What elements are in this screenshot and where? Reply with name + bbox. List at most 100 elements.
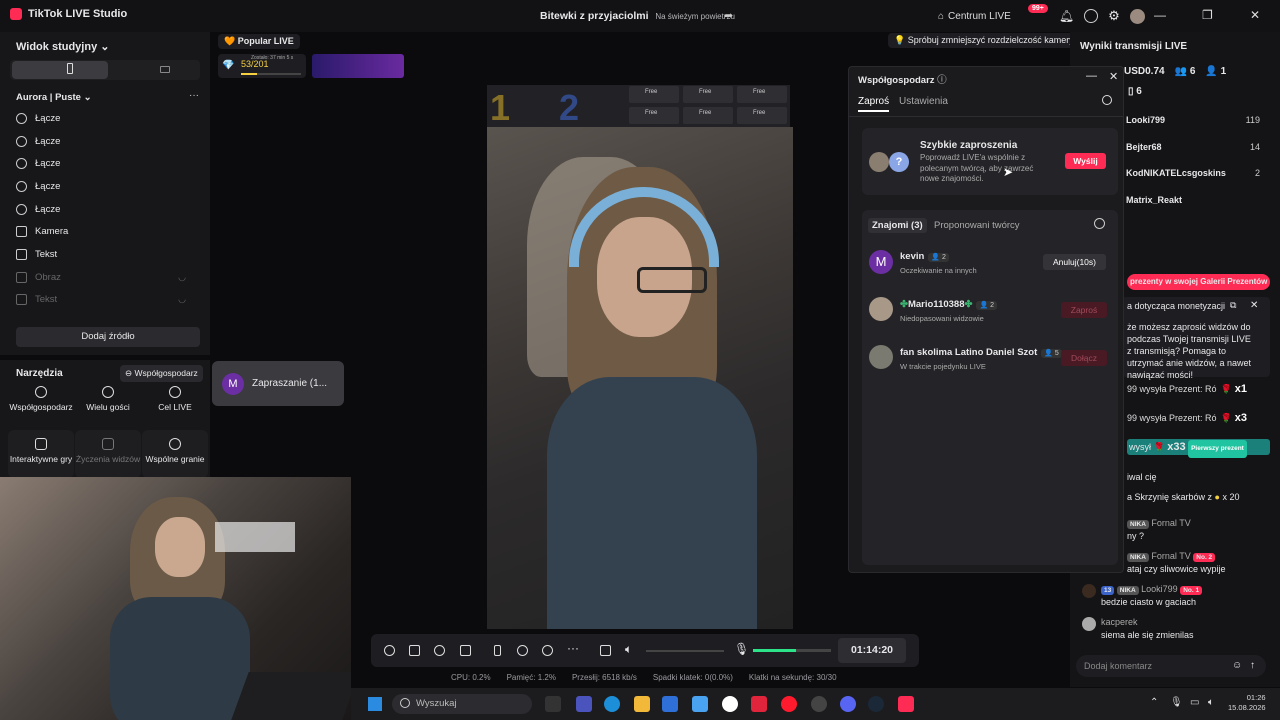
gift-gallery-banner[interactable]: prezenty w swojej Galerii Prezentów <box>1127 274 1270 290</box>
open-icon[interactable]: ⧉ <box>1230 300 1236 311</box>
app-icon[interactable] <box>751 696 767 712</box>
divider <box>849 116 1123 117</box>
minimize-icon[interactable]: — <box>1086 70 1097 82</box>
speaker-slider[interactable] <box>646 650 724 652</box>
chat-user: 13 NIKA Looki799 No. 1 <box>1101 584 1203 595</box>
tool-co-play[interactable]: Wspólne granie <box>142 430 208 478</box>
magic-icon[interactable] <box>384 645 395 656</box>
view-selector[interactable]: Widok studyjny ⌄ <box>16 40 109 53</box>
ranking-row[interactable]: Bejter68 14 <box>1126 142 1260 152</box>
mic-slider[interactable] <box>753 649 831 652</box>
gear-icon[interactable]: ⚙ <box>1108 8 1120 24</box>
folder-icon[interactable] <box>634 696 650 712</box>
speaker-icon[interactable]: 🔈︎ <box>625 642 632 657</box>
help-icon[interactable] <box>1084 9 1099 23</box>
ranking-row[interactable]: KodNIKATELcsgoskins 2 <box>1126 168 1260 178</box>
ranking-row[interactable]: Matrix_Reakt <box>1126 195 1260 205</box>
avatar[interactable] <box>1129 8 1145 24</box>
mic-icon[interactable]: 🎙︎ <box>1170 697 1183 708</box>
scene-selector[interactable]: Aurora | Puste ⌄ <box>16 92 92 103</box>
source-item[interactable]: Łącze <box>16 181 186 192</box>
add-media-icon[interactable] <box>460 645 471 656</box>
source-item[interactable]: Łącze <box>16 136 186 147</box>
search-icon[interactable] <box>1102 95 1112 105</box>
steam-icon[interactable] <box>868 696 884 712</box>
tool-live-goal[interactable]: Cel LIVE <box>142 386 208 412</box>
hidden-icon[interactable]: ◡ <box>178 294 186 305</box>
phone-icon[interactable] <box>494 645 501 656</box>
more-icon[interactable]: ··· <box>567 641 579 655</box>
tool-interactive-games[interactable]: Interaktywne gry <box>8 430 74 478</box>
share-icon[interactable]: ➦ <box>724 9 736 22</box>
orientation-toggle[interactable] <box>10 60 200 80</box>
record-icon[interactable] <box>517 645 528 656</box>
task-view-icon[interactable] <box>545 696 561 712</box>
hidden-icon[interactable]: ◡ <box>178 272 186 283</box>
clock[interactable]: 01:26 15.08.2026 <box>1228 693 1266 713</box>
teams-icon[interactable] <box>576 696 592 712</box>
clock-time: 01:26 <box>1246 693 1266 702</box>
portrait-option[interactable] <box>12 61 108 79</box>
source-item[interactable]: Kamera <box>16 226 186 237</box>
live-center-button[interactable]: ⌂ Centrum LIVE <box>938 11 1011 22</box>
emoji-icon[interactable]: ☺ <box>1232 660 1242 671</box>
tab-friends[interactable]: Znajomi (3) <box>868 218 927 233</box>
app-icon[interactable] <box>811 696 827 712</box>
tool-cohost[interactable]: Współgospodarz <box>8 386 74 412</box>
source-item[interactable]: Łącze <box>16 204 186 215</box>
edge-icon[interactable] <box>604 696 620 712</box>
camera-settings-icon[interactable] <box>542 645 553 656</box>
cancel-button[interactable]: Anuluj(10s) <box>1043 254 1106 270</box>
cohost-chip[interactable]: ⊖ Współgospodarz <box>120 365 203 382</box>
source-item[interactable]: Tekst <box>16 249 186 260</box>
source-item[interactable]: Łącze <box>16 113 186 124</box>
close-icon[interactable]: ✕ <box>1250 8 1260 22</box>
bell-icon[interactable]: 🔔︎ <box>1059 9 1074 23</box>
app-icon[interactable] <box>692 696 708 712</box>
ai-icon[interactable] <box>434 645 445 656</box>
send-button[interactable]: Wyślij <box>1065 153 1106 169</box>
close-icon[interactable]: ✕ <box>1109 70 1118 83</box>
mic-icon[interactable]: 🎙︎ <box>734 642 749 656</box>
friend-name: fan skolima Latino Daniel Szot <box>900 347 1038 358</box>
close-tip-icon[interactable]: ✕ <box>1250 300 1258 311</box>
landscape-icon[interactable] <box>160 66 170 73</box>
sliders-icon[interactable] <box>600 645 611 656</box>
effects-icon[interactable] <box>409 645 420 656</box>
store-icon[interactable] <box>662 696 678 712</box>
chevron-up-icon[interactable]: ⌃ <box>1150 697 1158 708</box>
send-icon[interactable]: ↑ <box>1250 660 1255 671</box>
ranking-row[interactable]: Looki799 119 <box>1126 115 1260 125</box>
promo-banner[interactable] <box>312 54 404 78</box>
volume-icon[interactable]: 🔈︎ <box>1208 697 1214 708</box>
discord-icon[interactable] <box>840 696 856 712</box>
windows-start-icon[interactable] <box>368 697 382 711</box>
maximize-icon[interactable]: ❐ <box>1202 8 1213 22</box>
tool-multiguest[interactable]: Wielu gości <box>75 386 141 412</box>
tab-settings[interactable]: Ustawienia <box>899 96 948 107</box>
help-icon[interactable]: ⓘ <box>937 75 947 86</box>
tab-invite[interactable]: Zaproś <box>858 96 890 112</box>
refresh-icon[interactable] <box>1094 218 1105 229</box>
tiktok-icon[interactable] <box>898 696 914 712</box>
tab-suggested[interactable]: Proponowani twórcy <box>934 220 1020 231</box>
taskbar-search[interactable]: Wyszukaj <box>392 694 532 714</box>
network-icon[interactable]: ▭ <box>1190 697 1199 708</box>
stream-title[interactable]: Bitewki z przyjaciolmi Na świeżym powiet… <box>540 10 735 22</box>
github-icon[interactable] <box>722 696 738 712</box>
game-progress-card[interactable]: 💎 53/201 Zostało: 37 min 5 s <box>218 54 306 78</box>
source-item[interactable]: Obraz ◡ <box>16 272 186 283</box>
join-button[interactable]: Dołącz <box>1061 350 1107 366</box>
ranking-name: Bejter68 <box>1126 142 1162 152</box>
tool-viewer-wishes[interactable]: Życzenia widzów <box>75 430 141 478</box>
popular-live-badge[interactable]: 🧡 Popular LIVE <box>218 34 300 49</box>
source-item[interactable]: Tekst ◡ <box>16 294 186 305</box>
source-item[interactable]: Łącze <box>16 158 186 169</box>
add-source-button[interactable]: Dodaj źródło <box>16 327 200 347</box>
more-icon[interactable]: ··· <box>189 90 199 101</box>
resolution-notice[interactable]: 💡 Spróbuj zmniejszyć rozdzielczość kamer… <box>888 33 1080 48</box>
minimize-icon[interactable]: — <box>1154 8 1166 22</box>
inviting-tooltip[interactable]: M Zapraszanie (1... <box>212 361 344 406</box>
opera-icon[interactable] <box>781 696 797 712</box>
invite-button[interactable]: Zaproś <box>1061 302 1107 318</box>
